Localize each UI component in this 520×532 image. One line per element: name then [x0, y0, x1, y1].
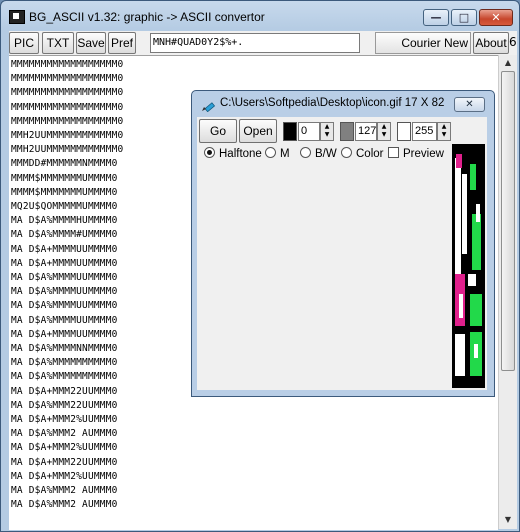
ascii-line: MMMMMMMMMMMMMMMMMM0 — [11, 59, 124, 70]
checkbox-icon — [388, 147, 399, 158]
ascii-line: MA D$A%MMM2 AUMMM0 — [11, 485, 118, 496]
pic-button[interactable]: PIC — [9, 32, 39, 54]
ascii-line: MA D$A%MMM2 AUMMM0 — [11, 428, 118, 440]
ascii-line: MA D$A+MMMMUUMMMM0 — [11, 243, 118, 255]
ascii-line: MA D$A+MMM2%UUMMM0 — [11, 470, 118, 482]
ascii-line: MMMDD#MMMMMMNMMMM0 — [11, 158, 118, 170]
ascii-line: MA D$A+MMM2%UUMMM0 — [11, 442, 118, 454]
gray-level-spinner[interactable]: ▲ ▼ — [377, 122, 391, 141]
bw-radio[interactable]: B/W — [300, 147, 337, 161]
ascii-line: MA D$A+MMM22UUMMM0 — [11, 385, 118, 397]
scroll-down-icon[interactable]: ▼ — [501, 513, 515, 527]
maximize-icon: □ — [458, 11, 470, 24]
m-radio[interactable]: M — [265, 147, 290, 161]
ascii-line: MQ2U$QOMMMMMUMMMM0 — [11, 201, 118, 212]
toolbar-edge-text: 6 — [509, 35, 517, 49]
image-window-title: C:\Users\Softpedia\Desktop\icon.gif 17 X… — [220, 97, 445, 109]
gray-swatch — [340, 122, 354, 141]
ascii-line: MMMMMMMMMMMMMMMMMM0 — [11, 87, 124, 99]
ascii-line: MMH2UUMMMMMMMMMMMM0 — [11, 130, 124, 141]
halftone-label: Halftone — [219, 148, 262, 160]
about-button[interactable]: About — [473, 32, 509, 54]
ascii-line: MA D$A+MMMMUUMMMM0 — [11, 328, 118, 340]
close-icon: ✕ — [491, 11, 501, 24]
image-window-close-button[interactable]: ✕ — [454, 97, 485, 112]
ascii-line: MMMMMMMMMMMMMMMMMM0 — [11, 101, 124, 113]
txt-button[interactable]: TXT — [42, 32, 74, 54]
ascii-line: MMMMMMMMMMMMMMMMMM0 — [11, 73, 124, 85]
radio-icon — [204, 147, 215, 158]
m-label: M — [280, 148, 290, 160]
title-bar[interactable]: BG_ASCII v1.32: graphic -> ASCII convert… — [1, 1, 519, 31]
ascii-line: MA D$A%MMMMMMMMMM0 — [11, 357, 118, 369]
ascii-line: MA D$A%MMMM#UMMMM0 — [11, 229, 118, 241]
scroll-thumb[interactable] — [501, 71, 515, 371]
font-select-button[interactable]: Courier New — [375, 32, 471, 54]
window-title: BG_ASCII v1.32: graphic -> ASCII convert… — [29, 10, 265, 24]
close-button[interactable]: ✕ — [479, 9, 513, 26]
image-preview — [452, 144, 485, 388]
radio-icon — [300, 147, 311, 158]
app-icon — [9, 10, 25, 24]
pencil-icon — [202, 102, 216, 112]
image-window-client: Go Open 0 ▲ ▼ 127 ▲ ▼ 255 ▲ ▼ Halftone M B/… — [197, 117, 487, 390]
ascii-line: MA D$A%MMM2 AUMMM0 — [11, 499, 118, 511]
image-window: C:\Users\Softpedia\Desktop\icon.gif 17 X… — [191, 90, 495, 397]
white-swatch — [397, 122, 411, 141]
color-label: Color — [356, 148, 384, 160]
go-button[interactable]: Go — [199, 119, 237, 143]
maximize-button[interactable]: □ — [451, 9, 477, 26]
ascii-line: MA D$A%MMM22UUMMM0 — [11, 399, 118, 411]
ascii-line: MMMMMMMMMMMMMMMMMM0 — [11, 115, 124, 127]
preview-label: Preview — [403, 148, 444, 160]
halftone-radio[interactable]: Halftone — [204, 147, 262, 161]
vertical-scrollbar[interactable]: ▲ ▼ — [498, 55, 517, 529]
color-radio[interactable]: Color — [341, 147, 383, 161]
ascii-chars-input[interactable]: MNH#QUAD0Y2$%+. — [150, 33, 360, 53]
main-window: BG_ASCII v1.32: graphic -> ASCII convert… — [0, 0, 520, 532]
ascii-line: MA D$A%MMMMUUMMMM0 — [11, 286, 118, 298]
black-level-spinner[interactable]: ▲ ▼ — [320, 122, 334, 141]
ascii-line: MA D$A+MMM22UUMMM0 — [11, 456, 118, 468]
ascii-line: MMH2UUMMMMMMMMMMMM0 — [11, 144, 124, 156]
radio-icon — [265, 147, 276, 158]
pref-button[interactable]: Pref — [108, 32, 136, 54]
white-level-spinner[interactable]: ▲ ▼ — [437, 122, 451, 141]
open-button[interactable]: Open — [239, 119, 277, 143]
ascii-line: MA D$A%MMMMUUMMMM0 — [11, 300, 118, 312]
gray-level-input[interactable]: 127 — [355, 122, 377, 141]
ascii-line: MA D$A+MMM2%UUMMM0 — [11, 414, 118, 425]
scroll-up-icon[interactable]: ▲ — [501, 56, 515, 70]
ascii-line: MA D$A%MMMMMMMMMM0 — [11, 371, 118, 383]
minimize-icon: — — [430, 11, 442, 24]
ascii-line: MMMM$MMMMMMMUMMMM0 — [11, 186, 118, 198]
minimize-button[interactable]: — — [423, 9, 449, 26]
ascii-line: MA D$A%MMMMNNMMMM0 — [11, 343, 118, 354]
white-level-input[interactable]: 255 — [412, 122, 437, 141]
preview-checkbox[interactable]: Preview — [388, 147, 444, 161]
ascii-line: MA D$A%MMMMUUMMMM0 — [11, 272, 118, 283]
black-level-input[interactable]: 0 — [298, 122, 320, 141]
save-button[interactable]: Save — [76, 32, 106, 54]
radio-icon — [341, 147, 352, 158]
ascii-line: MA D$A%MMMMHUMMMM0 — [11, 215, 118, 227]
close-icon: ✕ — [465, 99, 474, 110]
bw-label: B/W — [315, 148, 337, 160]
ascii-line: MA D$A%MMMMUUMMMM0 — [11, 314, 118, 326]
ascii-line: MA D$A+MMMMUUMMMM0 — [11, 257, 118, 269]
ascii-line: MMMM$MMMMMMMUMMMM0 — [11, 172, 118, 184]
black-swatch — [283, 122, 297, 141]
